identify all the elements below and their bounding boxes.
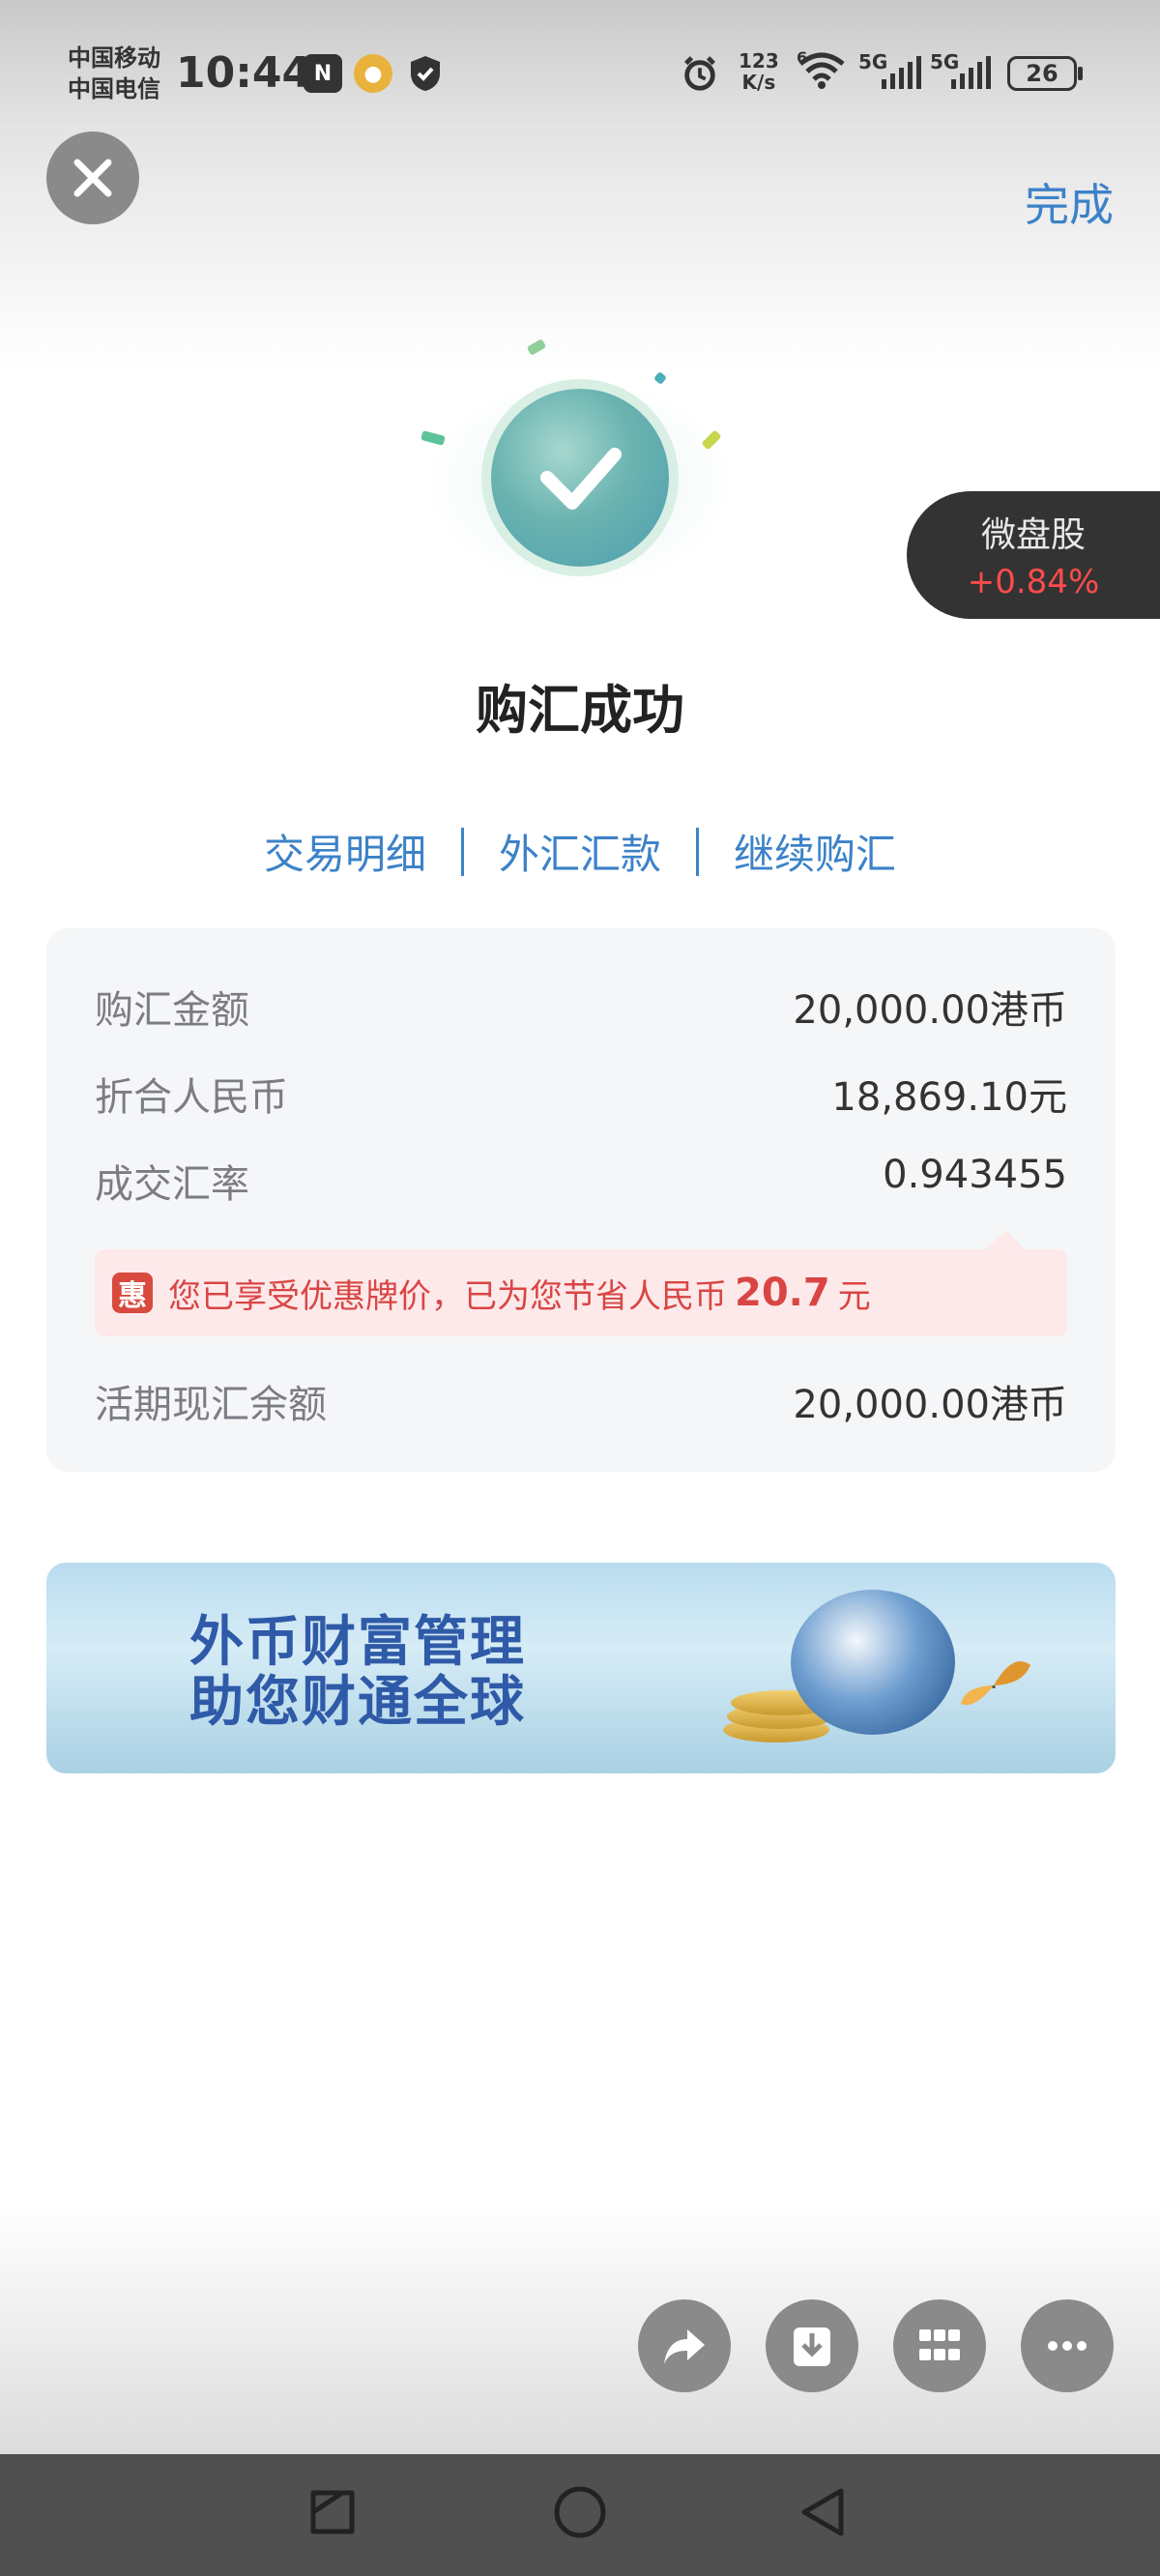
- confetti: [652, 370, 668, 386]
- floating-stock-badge[interactable]: 微盘股 +0.84%: [907, 491, 1160, 619]
- banner-line-1: 外币财富管理: [189, 1611, 526, 1674]
- apps-grid-icon: [919, 2329, 960, 2360]
- done-button[interactable]: 完成: [1025, 170, 1114, 234]
- page-title: 购汇成功: [476, 680, 684, 741]
- promo-banner[interactable]: 外币财富管理 助您财通全球: [46, 1563, 1116, 1773]
- checkmark-icon: [540, 448, 622, 510]
- banner-text: 外币财富管理 助您财通全球: [189, 1613, 526, 1733]
- remittance-link[interactable]: 外汇汇款: [499, 822, 661, 881]
- status-bar: 中国移动 中国电信 10:44 N ● 123 K/s 6 5G 5G 26: [0, 0, 1160, 145]
- recents-icon[interactable]: [795, 2483, 853, 2541]
- discount-text: 您已享受优惠牌价，已为您节省人民币: [168, 1276, 727, 1316]
- wifi-label: 6: [797, 48, 808, 67]
- detail-row-balance: 活期现汇余额 20,000.00港币: [95, 1373, 1067, 1429]
- back-icon[interactable]: [304, 2483, 362, 2541]
- confetti: [420, 430, 446, 446]
- discount-icon: 惠: [112, 1273, 153, 1313]
- action-links: 交易明细 外汇汇款 继续购汇: [0, 822, 1160, 881]
- detail-value: 0.943455: [883, 1153, 1067, 1197]
- net-speed: 123 K/s: [739, 49, 779, 94]
- details-card: 购汇金额 20,000.00港币 折合人民币 18,869.10元 成交汇率 0…: [46, 928, 1116, 1472]
- continue-purchase-link[interactable]: 继续购汇: [734, 822, 896, 881]
- carrier-2: 中国电信: [68, 75, 160, 102]
- success-badge: [491, 389, 669, 567]
- bottom-overlay-gradient: [0, 2205, 1160, 2454]
- weibo-icon: ●: [354, 54, 392, 93]
- carrier-1: 中国移动: [68, 44, 160, 72]
- detail-row-rate: 成交汇率 0.943455: [95, 1153, 1067, 1209]
- detail-label: 购汇金额: [95, 988, 249, 1033]
- detail-label: 成交汇率: [95, 1162, 249, 1207]
- globe-illustration: [791, 1590, 955, 1735]
- butterfly-illustration: [961, 1661, 1030, 1706]
- detail-row-rmb: 折合人民币 18,869.10元: [95, 1066, 1067, 1122]
- stock-change: +0.84%: [967, 563, 1100, 601]
- stock-name: 微盘股: [980, 515, 1086, 555]
- share-icon: [664, 2329, 705, 2364]
- apps-button[interactable]: [893, 2299, 986, 2392]
- battery-indicator: 26: [1007, 56, 1083, 91]
- share-button[interactable]: [638, 2299, 731, 2392]
- divider: [460, 827, 464, 876]
- signal-2-bars: [951, 54, 991, 89]
- discount-amount: 20.7: [735, 1271, 830, 1315]
- nfc-icon: N: [304, 54, 342, 93]
- home-icon[interactable]: [551, 2483, 609, 2541]
- download-icon: [794, 2327, 830, 2366]
- carrier-labels: 中国移动 中国电信: [68, 43, 160, 104]
- divider: [696, 827, 699, 876]
- discount-unit: 元: [837, 1276, 871, 1316]
- close-button[interactable]: [46, 132, 139, 224]
- detail-label: 折合人民币: [95, 1075, 288, 1120]
- alarm-icon: [681, 54, 719, 93]
- close-icon: [73, 159, 112, 197]
- detail-label: 活期现汇余额: [95, 1383, 327, 1427]
- banner-line-2: 助您财通全球: [189, 1671, 526, 1734]
- detail-value: 18,869.10元: [831, 1075, 1067, 1120]
- confetti: [526, 338, 547, 356]
- success-illustration: [387, 338, 773, 629]
- system-navigation-bar: [0, 2454, 1160, 2576]
- download-button[interactable]: [766, 2299, 858, 2392]
- clock: 10:44: [176, 48, 312, 98]
- more-button[interactable]: [1021, 2299, 1114, 2392]
- shield-icon: [406, 54, 445, 93]
- transaction-details-link[interactable]: 交易明细: [264, 822, 426, 881]
- signal-1-bars: [882, 54, 921, 89]
- detail-value: 20,000.00港币: [793, 988, 1067, 1033]
- detail-value: 20,000.00港币: [793, 1383, 1067, 1427]
- more-icon: [1048, 2341, 1087, 2351]
- detail-row-amount: 购汇金额 20,000.00港币: [95, 979, 1067, 1035]
- discount-notice: 惠 您已享受优惠牌价，已为您节省人民币 20.7 元: [95, 1249, 1067, 1336]
